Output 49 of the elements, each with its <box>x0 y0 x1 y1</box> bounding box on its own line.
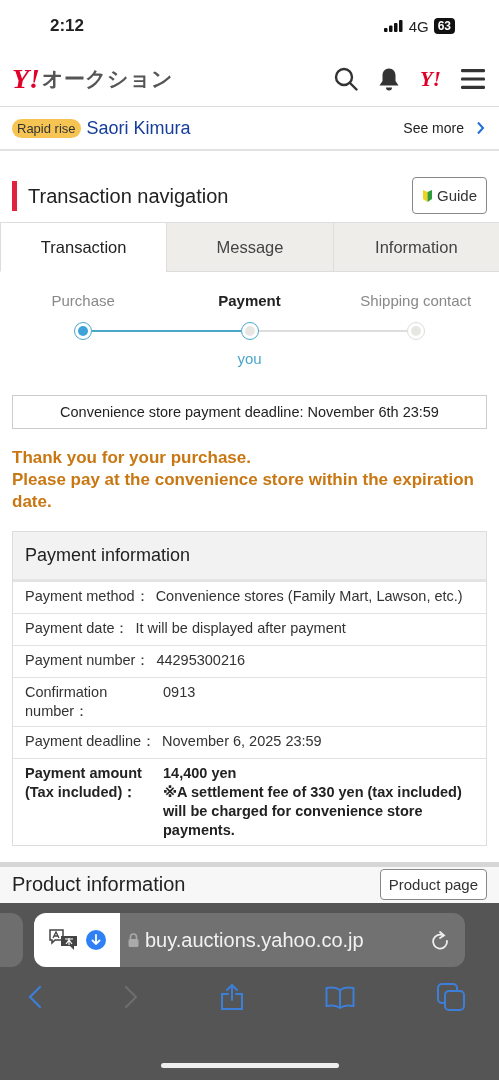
step-label: Purchase <box>51 292 115 309</box>
promo-name-link[interactable]: Saori Kimura <box>86 117 398 139</box>
row-label: Confirmation number： <box>25 683 109 721</box>
logo-text[interactable]: オークション <box>42 65 173 93</box>
thank-you-message: Thank you for your purchase. <box>12 447 252 469</box>
row-value: 0913 <box>163 683 197 702</box>
row-label: Payment amount (Tax included)： <box>25 764 143 802</box>
row-value: ※A settlement fee of 330 yen (tax included) will be charged for convenience store payments. <box>163 783 463 840</box>
tab[interactable]: Information <box>332 222 499 271</box>
row-value: 44295300216 <box>156 651 247 670</box>
network-label: 4G <box>408 17 429 35</box>
bell-icon[interactable] <box>378 67 400 91</box>
see-more-link[interactable]: See more <box>403 120 464 136</box>
guide-button[interactable]: Guide <box>411 177 487 214</box>
row-label: Payment method： <box>25 587 150 606</box>
product-page-button[interactable]: Product page <box>379 869 487 900</box>
search-icon[interactable] <box>334 67 358 91</box>
address-bar[interactable]: buy.auctions.yahoo.co.jp <box>34 913 465 967</box>
row-label: Payment deadline： <box>25 732 157 751</box>
logo-mark[interactable]: Y! <box>12 63 40 95</box>
step-label: Payment <box>218 292 281 309</box>
beginner-leaf-icon <box>421 188 433 203</box>
account-logo[interactable]: Y! <box>420 66 441 92</box>
row-value: It will be displayed after payment <box>135 619 347 638</box>
payment-info-header: Payment information <box>13 532 486 581</box>
download-icon[interactable] <box>86 930 106 950</box>
thank-you-message: Please pay at the convenience store within the expiration date. <box>12 469 475 513</box>
translate-icon[interactable] <box>48 928 80 952</box>
step-label: Shipping contact <box>360 292 472 309</box>
row-value: Convenience stores (Family Mart, Lawson, etc.) <box>155 587 464 606</box>
row-value: November 6, 2025 23:59 <box>162 732 323 751</box>
tab[interactable]: Message <box>166 222 333 271</box>
status-time: 2:12 <box>50 16 85 36</box>
product-info-title: Product information <box>12 873 186 896</box>
rapid-rise-badge: Rapid rise <box>12 118 81 138</box>
chevron-right-icon[interactable] <box>476 121 485 135</box>
row-value: 14,400 yen <box>163 764 238 783</box>
tab[interactable]: Transaction <box>0 222 167 272</box>
deadline-notice: Convenience store payment deadline: November 6th 23:59 <box>12 395 487 429</box>
lock-icon <box>128 933 139 947</box>
row-label: Payment number： <box>25 651 151 670</box>
battery-level: 63 <box>433 18 455 34</box>
menu-icon[interactable] <box>461 69 485 89</box>
signal-icon <box>383 20 404 32</box>
reload-icon[interactable] <box>431 930 449 950</box>
url-text[interactable]: buy.auctions.yahoo.co.jp <box>145 928 431 952</box>
step-note: you <box>237 350 262 367</box>
section-title: Transaction navigation <box>12 180 229 211</box>
row-label: Payment date： <box>25 619 130 638</box>
